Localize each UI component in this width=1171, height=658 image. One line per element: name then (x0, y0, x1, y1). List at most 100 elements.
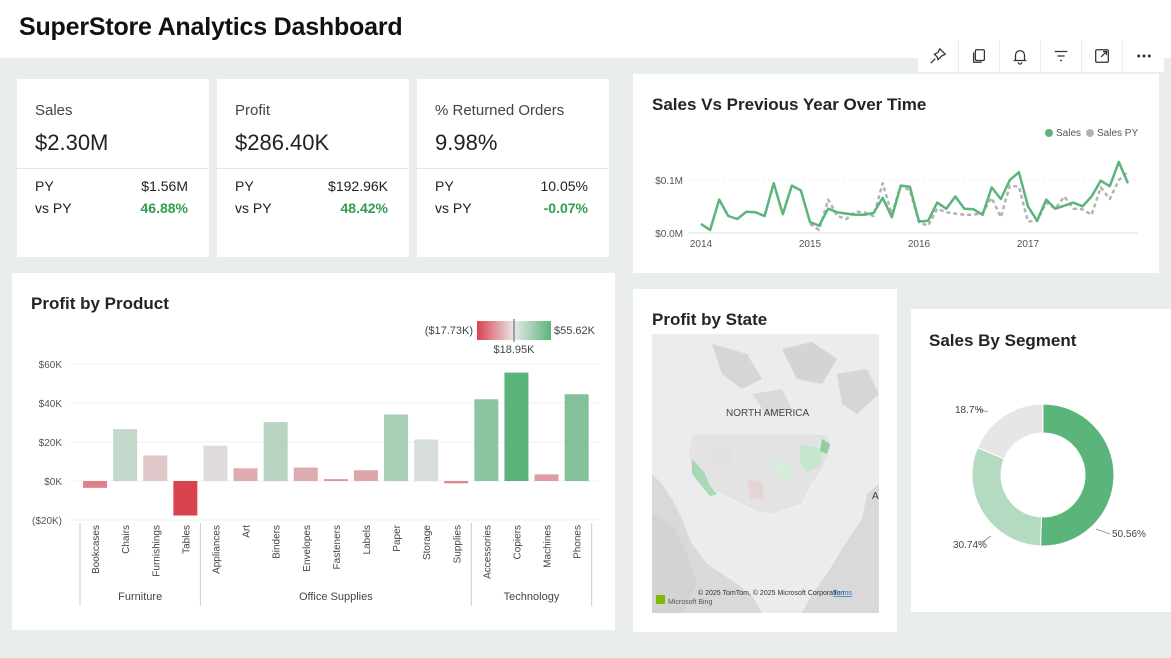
expand-icon (1095, 49, 1109, 63)
vs-label: vs PY (235, 200, 272, 216)
filter-icon (1054, 50, 1068, 62)
bar-copiers[interactable] (504, 372, 529, 481)
donut-slices (971, 403, 1115, 547)
bar-appliances[interactable] (203, 445, 228, 481)
bar-supplies[interactable] (444, 481, 469, 484)
vs-value: -0.07% (543, 200, 588, 216)
bar-accessories[interactable] (474, 399, 499, 481)
svg-text:A: A (872, 491, 879, 502)
bar-binders[interactable] (263, 422, 288, 481)
y-tick-label: $60K (39, 360, 63, 371)
series-line-sales-py[interactable] (809, 171, 1129, 232)
y-tick-label: $0.1M (655, 176, 683, 187)
profit-bar-chart: ($17.73K) $18.95K $55.62K $60K $40K $20K $0… (32, 319, 600, 606)
bar-machines[interactable] (534, 474, 559, 481)
legend-min-label: ($17.73K) (425, 325, 473, 337)
bing-logo-icon (656, 595, 665, 604)
bar-tables[interactable] (173, 481, 198, 516)
py-label: PY (35, 178, 54, 194)
divider (217, 168, 409, 169)
kpi-vs-row: vs PY 48.42% (235, 200, 388, 216)
y-tick-label: $0.0M (655, 229, 683, 240)
legend-sales-py: Sales PY (1097, 128, 1138, 139)
x-tick-label: Furnishings (151, 525, 162, 577)
profit-by-state-card[interactable]: Profit by State NORTH AMERICA A Microsof… (633, 289, 897, 632)
sales-over-time-card[interactable]: Sales Vs Previous Year Over Time Sales S… (633, 74, 1159, 273)
kpi-card-sales[interactable]: Sales $2.30M PY $1.56M vs PY 46.88% (17, 79, 209, 257)
vs-label: vs PY (435, 200, 472, 216)
x-tick-label: Supplies (452, 525, 463, 563)
vs-value: 46.88% (140, 200, 188, 216)
map-attribution: © 2025 TomTom, © 2025 Microsoft Corporat… (698, 589, 844, 597)
py-value: 10.05% (540, 178, 588, 194)
bar-phones[interactable] (564, 394, 589, 481)
more-options-button[interactable] (1123, 40, 1164, 72)
bar-storage[interactable] (414, 439, 439, 481)
bar-labels[interactable] (353, 470, 378, 481)
filter-button[interactable] (1041, 40, 1082, 72)
x-tick-label: 2014 (690, 239, 713, 250)
x-tick-label: Envelopes (302, 525, 313, 572)
legend-max-label: $55.62K (554, 325, 596, 337)
bar-art[interactable] (233, 468, 258, 481)
bar-furnishings[interactable] (143, 455, 168, 481)
kpi-card-profit[interactable]: Profit $286.40K PY $192.96K vs PY 48.42% (217, 79, 409, 257)
vs-label: vs PY (35, 200, 72, 216)
bar-paper[interactable] (384, 414, 409, 481)
y-tick-label: ($20K) (32, 516, 62, 527)
py-label: PY (235, 178, 254, 194)
divider (17, 168, 209, 169)
kpi-py-row: PY $192.96K (235, 178, 388, 194)
kpi-card-returned-orders[interactable]: % Returned Orders 9.98% PY 10.05% vs PY … (417, 79, 609, 257)
x-axis: Bookcases Chairs Furnishings Tables Applianc… (79, 523, 593, 606)
vs-value: 48.42% (340, 200, 388, 216)
donut-slice[interactable] (1039, 403, 1115, 547)
legend-sales: Sales (1056, 128, 1081, 139)
leader-line (1095, 528, 1111, 535)
x-tick-label: Paper (392, 524, 403, 551)
more-icon (1136, 54, 1151, 58)
kpi-value: 9.98% (435, 130, 498, 155)
group-label: Office Supplies (299, 591, 373, 603)
copy-icon (972, 49, 986, 63)
bars (83, 372, 589, 516)
kpi-py-row: PY $1.56M (35, 178, 188, 194)
bar-fasteners[interactable] (323, 479, 348, 481)
alert-button[interactable] (1000, 40, 1041, 72)
x-tick-label: Labels (362, 525, 373, 554)
bell-icon (1013, 49, 1027, 65)
pin-icon (930, 47, 947, 64)
slice-label: 50.56% (1112, 529, 1146, 540)
bar-envelopes[interactable] (293, 467, 318, 481)
sales-line-chart: Sales Sales PY $0.1M $0.0M 2014 2015 201… (655, 128, 1138, 250)
bar-bookcases[interactable] (83, 481, 108, 488)
slice-label: 30.74% (953, 540, 987, 551)
x-tick-label: Binders (272, 525, 283, 559)
group-label: Technology (504, 591, 560, 603)
x-tick-label: Machines (543, 525, 554, 568)
x-tick-label: Storage (422, 525, 433, 560)
profit-map[interactable]: NORTH AMERICA A Microsoft Bing © 2025 To… (652, 334, 879, 613)
series-line-sales[interactable] (700, 160, 1130, 232)
py-label: PY (435, 178, 454, 194)
kpi-label: Profit (235, 102, 271, 119)
x-tick-label: Tables (181, 525, 192, 554)
pin-button[interactable] (918, 40, 959, 72)
copy-button[interactable] (959, 40, 1000, 72)
sales-by-segment-card[interactable]: Sales By Segment 50.56% 30.74% 18.7% (911, 309, 1171, 612)
kpi-value: $2.30M (35, 130, 109, 155)
x-tick-label: Art (242, 525, 253, 538)
donut-slice[interactable] (971, 446, 1043, 547)
x-tick-label: Bookcases (91, 525, 102, 574)
profit-by-product-card[interactable]: Profit by Product ($17.73K) $18.95K $55.… (12, 273, 615, 630)
y-tick-label: $40K (39, 399, 63, 410)
x-tick-label: Fasteners (332, 525, 343, 569)
chart-title: Profit by State (652, 310, 768, 329)
y-axis: $60K $40K $20K $0K ($20K) (32, 360, 62, 527)
terms-link[interactable]: Terms (833, 590, 853, 597)
focus-mode-button[interactable] (1082, 40, 1123, 72)
x-tick-label: Accessories (482, 525, 493, 579)
bar-chairs[interactable] (113, 429, 138, 481)
kpi-vs-row: vs PY -0.07% (435, 200, 588, 216)
py-value: $192.96K (328, 178, 388, 194)
